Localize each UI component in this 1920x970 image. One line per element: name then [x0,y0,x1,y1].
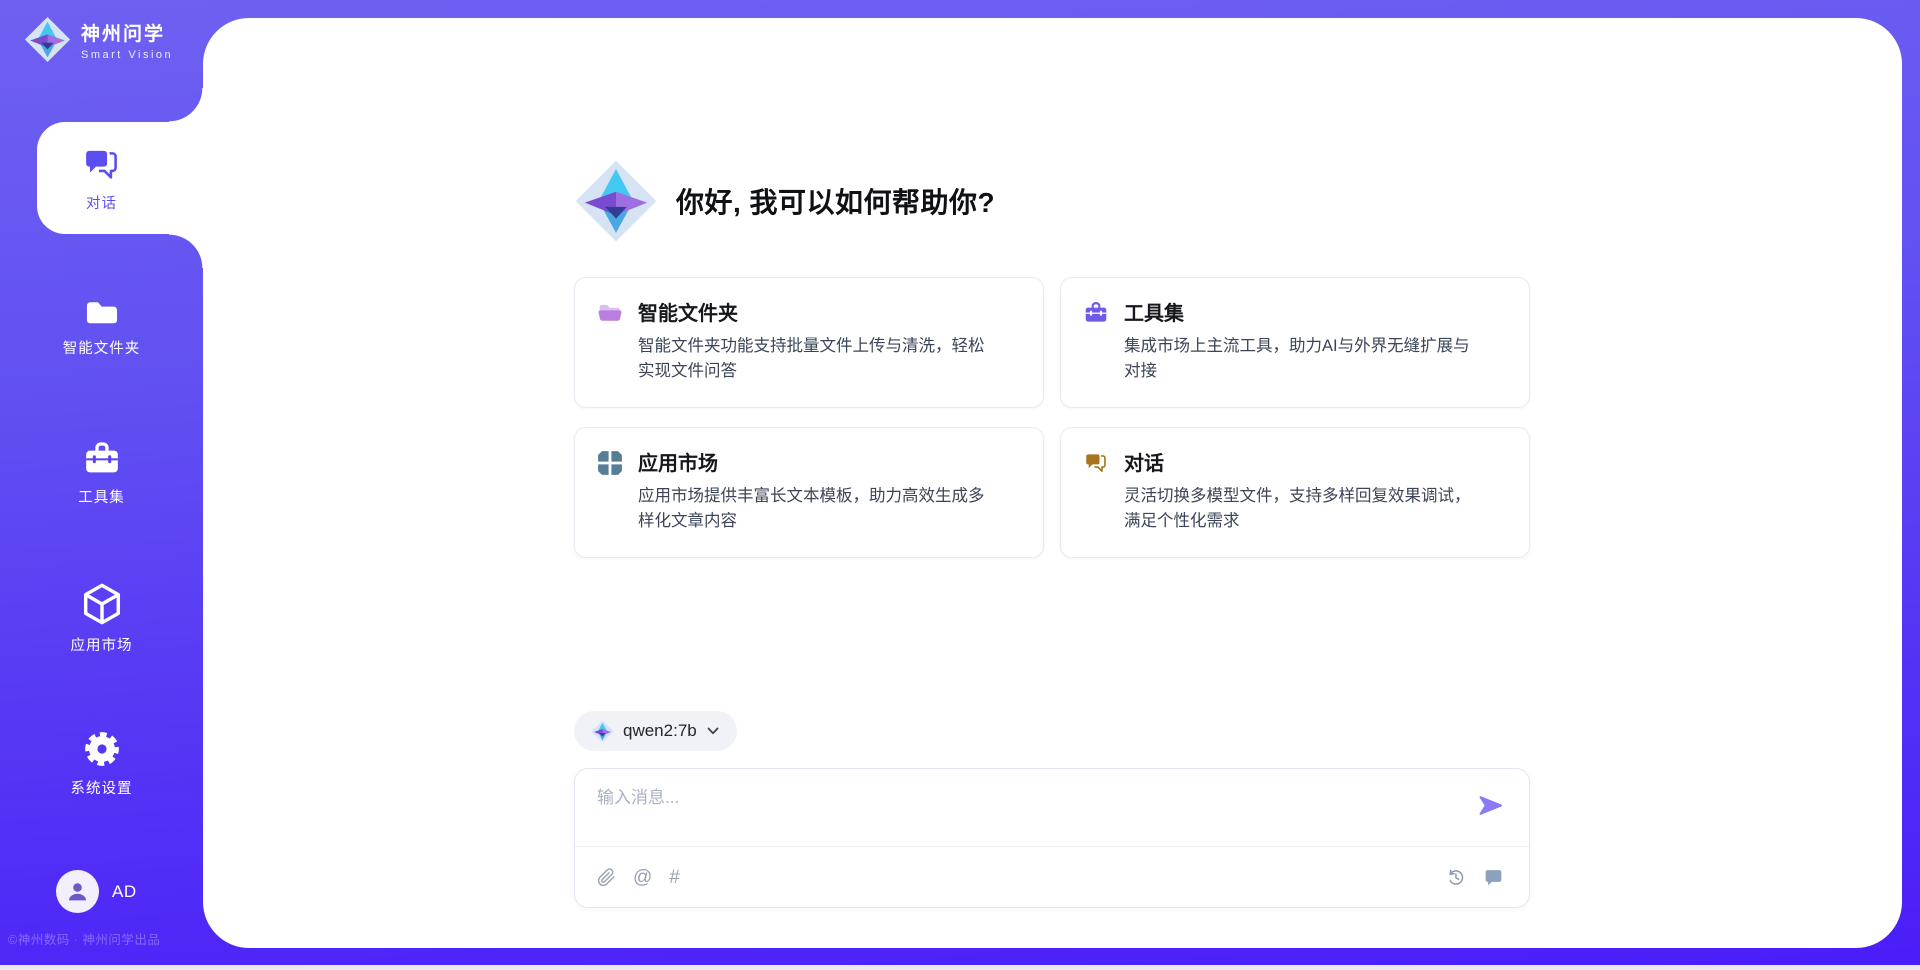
history-button[interactable] [1445,867,1466,888]
model-selector[interactable]: qwen2:7b [574,711,737,751]
greeting-text: 你好, 我可以如何帮助你? [676,181,995,221]
person-icon [65,879,90,904]
brand-subtitle: Smart Vision [81,49,173,61]
sidebar-item-toolset[interactable]: 工具集 [0,436,203,510]
card-description: 灵活切换多模型文件，支持多样回复效果调试，满足个性化需求 [1124,484,1476,534]
main-panel: 你好, 我可以如何帮助你? 智能文件夹 智能文件夹功能支持批量文件上传与清洗，轻… [203,18,1902,948]
sidebar-item-chat[interactable]: 对话 [0,122,203,234]
card-description: 集成市场上主流工具，助力AI与外界无缝扩展与对接 [1124,334,1476,384]
folder-icon [80,292,124,330]
chevron-down-icon [706,724,720,738]
toolbox-icon [1083,300,1109,326]
brand-name: 神州问学 [81,19,173,46]
user-account[interactable]: AD [56,870,137,913]
send-button[interactable] [1477,792,1504,819]
model-name: qwen2:7b [623,721,697,741]
app-logo: 神州问学 Smart Vision [24,16,173,63]
greeting: 你好, 我可以如何帮助你? [574,159,995,243]
chat-double-icon [1083,450,1109,476]
folder-open-icon [597,300,623,326]
card-toolset[interactable]: 工具集 集成市场上主流工具，助力AI与外界无缝扩展与对接 [1060,277,1530,408]
history-icon [1445,867,1466,888]
user-initials: AD [112,882,137,902]
conversations-button[interactable] [1483,867,1504,888]
message-composer: @ # [574,768,1530,908]
card-description: 应用市场提供丰富长文本模板，助力高效生成多样化文章内容 [638,484,990,534]
paperclip-icon [597,868,616,887]
toolbox-icon [80,439,124,479]
sidebar-item-settings[interactable]: 系统设置 [0,726,203,800]
card-app-market[interactable]: 应用市场 应用市场提供丰富长文本模板，助力高效生成多样化文章内容 [574,427,1044,558]
sidebar-item-smart-folder[interactable]: 智能文件夹 [0,288,203,362]
brand-diamond-icon [574,159,658,243]
sidebar-item-label: 智能文件夹 [63,337,141,358]
at-icon[interactable]: @ [633,868,652,887]
sidebar-item-label: 对话 [86,192,117,213]
window-bottom-strip [0,965,1920,970]
active-tab-curve-top [169,88,203,122]
send-icon [1477,792,1504,819]
sidebar: 神州问学 Smart Vision 对话 智能文件夹 工具集 应用市场 系统设置 [0,0,203,970]
sidebar-item-label: 工具集 [78,486,125,507]
message-input[interactable] [597,781,1459,815]
sidebar-item-label: 系统设置 [71,777,133,798]
card-title: 智能文件夹 [638,297,990,326]
copyright-footer: ©神州数码 · 神州问学出品 [8,929,208,948]
sidebar-item-app-market[interactable]: 应用市场 [0,578,203,658]
brand-diamond-icon [24,16,71,63]
chat-bubble-icon [1483,867,1504,888]
card-description: 智能文件夹功能支持批量文件上传与清洗，轻松实现文件问答 [638,334,990,384]
sidebar-item-label: 应用市场 [71,634,133,655]
card-title: 应用市场 [638,447,990,476]
hash-icon[interactable]: # [669,868,680,887]
cube-icon [79,581,125,627]
app-grid-icon [597,450,623,476]
brand-diamond-icon [591,720,614,743]
feature-cards: 智能文件夹 智能文件夹功能支持批量文件上传与清洗，轻松实现文件问答 工具集 集成… [574,277,1530,558]
card-smart-folder[interactable]: 智能文件夹 智能文件夹功能支持批量文件上传与清洗，轻松实现文件问答 [574,277,1044,408]
main-content: 你好, 我可以如何帮助你? 智能文件夹 智能文件夹功能支持批量文件上传与清洗，轻… [574,18,1530,948]
avatar [56,870,99,913]
composer-toolbar: @ # [597,847,1504,907]
attach-file-button[interactable] [597,868,616,887]
gear-icon [81,728,123,770]
chat-double-icon [78,144,125,185]
active-tab-curve-bottom [169,234,203,268]
card-title: 对话 [1124,447,1476,476]
card-chat[interactable]: 对话 灵活切换多模型文件，支持多样回复效果调试，满足个性化需求 [1060,427,1530,558]
card-title: 工具集 [1124,297,1476,326]
